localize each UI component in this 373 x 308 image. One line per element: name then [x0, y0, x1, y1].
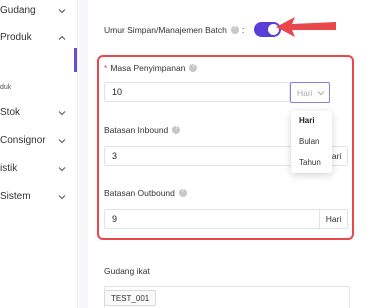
sidebar-item-stok[interactable]: Stok	[0, 102, 78, 124]
sidebar-item-label: Sistem	[0, 191, 31, 202]
gudang-tag[interactable]: TEST_001	[104, 290, 157, 306]
option-label: Tahun	[299, 157, 321, 167]
sidebar-item-logistik[interactable]: istik	[0, 158, 78, 180]
help-icon[interactable]	[172, 125, 181, 134]
option-label: Hari	[299, 115, 315, 125]
help-icon[interactable]	[230, 25, 239, 34]
unit-select[interactable]: Hari	[290, 82, 330, 103]
chevron-down-icon	[58, 195, 66, 200]
input-value: 10	[112, 87, 123, 97]
sidebar-item-label: Consignor	[0, 135, 46, 146]
label-text: Masa Penyimpanan	[110, 63, 186, 73]
gudang-ikat-label: Gudang ikat	[104, 266, 150, 276]
sidebar-item-gudang[interactable]: Gudang	[0, 0, 78, 22]
dropdown-option-hari[interactable]: Hari	[291, 111, 332, 129]
sidebar-item-label: istik	[0, 163, 18, 174]
sidebar-item-label: Gudang	[0, 5, 36, 16]
chevron-up-icon	[58, 35, 66, 40]
input-value: 3	[112, 151, 118, 161]
sidebar-subitem-produk[interactable]: duk	[0, 78, 78, 100]
chevron-down-icon	[58, 9, 66, 14]
dropdown-option-tahun[interactable]: Tahun	[291, 153, 332, 171]
help-icon[interactable]	[189, 63, 198, 72]
masa-penyimpanan-input[interactable]: 10	[104, 82, 290, 102]
batasan-inbound-label: Batasan Inbound	[104, 125, 181, 135]
chevron-down-icon	[58, 111, 66, 116]
masa-penyimpanan-label: * Masa Penyimpanan	[104, 63, 198, 73]
chevron-down-icon	[58, 139, 66, 144]
batch-toggle-label: Umur Simpan/Manajemen Batch	[104, 25, 227, 35]
sidebar-item-produk[interactable]: Produk	[0, 27, 78, 49]
option-label: Bulan	[299, 136, 320, 146]
sidebar: Gudang Produk duk Stok Consignor istik S…	[0, 0, 78, 308]
sidebar-item-label: duk	[0, 84, 12, 91]
sidebar-item-consignor[interactable]: Consignor	[0, 130, 78, 152]
batasan-outbound-label: Batasan Outbound	[104, 188, 187, 198]
batch-toggle-row: Umur Simpan/Manajemen Batch :	[104, 20, 244, 40]
sidebar-item-label: Produk	[0, 32, 32, 43]
chevron-down-icon	[58, 167, 66, 172]
label-text: Batasan Outbound	[104, 188, 175, 198]
tag-label: TEST_001	[111, 293, 150, 303]
label-text: Batasan Inbound	[104, 125, 169, 135]
sidebar-item-label: Stok	[0, 107, 21, 118]
red-arrow-annotation	[276, 17, 336, 37]
unit-text: Hari	[325, 214, 342, 224]
sidebar-item-sistem[interactable]: Sistem	[0, 186, 78, 208]
required-mark: *	[104, 63, 108, 73]
dropdown-option-bulan[interactable]: Bulan	[291, 132, 332, 150]
active-indicator	[74, 48, 77, 72]
unit-dropdown-menu: Hari Bulan Tahun	[291, 111, 332, 173]
chevron-down-icon	[317, 91, 325, 96]
unit-addon: Hari	[319, 210, 347, 228]
select-placeholder: Hari	[297, 87, 313, 98]
input-value: 9	[112, 214, 118, 224]
colon: :	[241, 25, 245, 35]
batasan-outbound-input[interactable]: 9 Hari	[104, 209, 348, 229]
help-icon[interactable]	[178, 188, 187, 197]
